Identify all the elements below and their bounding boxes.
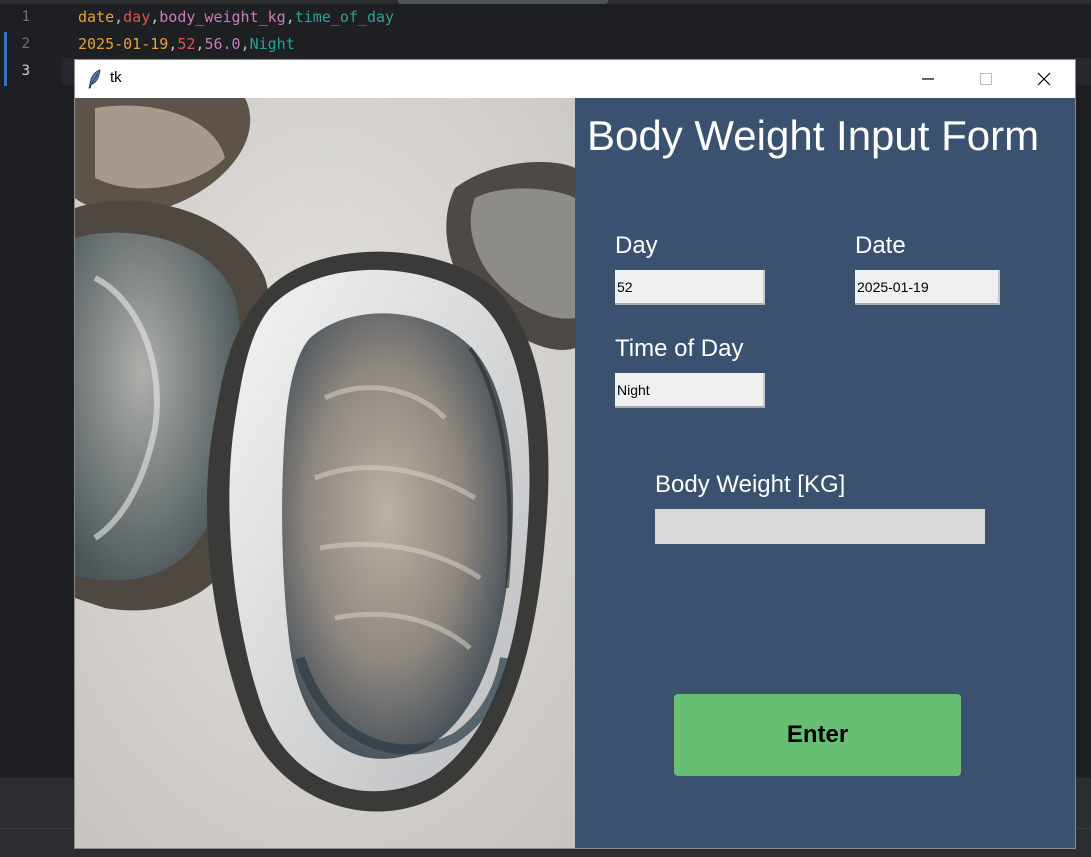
line-number: 2 bbox=[21, 36, 30, 52]
day-input[interactable] bbox=[615, 270, 765, 305]
csv-column-time: time_of_day bbox=[294, 8, 395, 26]
oyster-photo bbox=[75, 98, 575, 848]
day-label: Day bbox=[615, 232, 658, 259]
window-titlebar[interactable]: tk bbox=[75, 60, 1075, 98]
csv-separator: , bbox=[285, 8, 295, 26]
oyster-image bbox=[75, 98, 575, 848]
csv-value-date: 2025-01-19 bbox=[78, 35, 169, 53]
csv-column-date: date bbox=[78, 8, 115, 26]
maximize-icon bbox=[980, 73, 992, 85]
body-weight-input[interactable] bbox=[655, 509, 985, 544]
enter-button[interactable]: Enter bbox=[674, 694, 961, 776]
csv-column-day: day bbox=[123, 8, 151, 26]
minimize-icon bbox=[922, 78, 934, 80]
line-gutter: 1 2 3 bbox=[0, 4, 62, 784]
tk-window: tk Body Weight Input Form Day 52 Date 20… bbox=[75, 60, 1075, 848]
date-label: Date bbox=[855, 232, 906, 259]
maximize-button[interactable] bbox=[957, 60, 1015, 98]
csv-value-weight: 56.0 bbox=[204, 35, 241, 53]
csv-value-time: Night bbox=[249, 35, 295, 53]
csv-value-day: 52 bbox=[177, 35, 196, 53]
csv-separator: , bbox=[114, 8, 124, 26]
date-input[interactable] bbox=[855, 270, 1000, 305]
minimize-button[interactable] bbox=[899, 60, 957, 98]
csv-separator: , bbox=[168, 35, 178, 53]
close-icon bbox=[1037, 72, 1051, 86]
line-number: 3 bbox=[21, 63, 30, 79]
csv-separator: , bbox=[150, 8, 160, 26]
tk-feather-icon bbox=[88, 69, 101, 89]
horizontal-scroll-thumb[interactable] bbox=[398, 0, 608, 4]
close-button[interactable] bbox=[1015, 60, 1073, 98]
csv-separator: , bbox=[240, 35, 250, 53]
body-weight-form: Body Weight Input Form Day Date Time of … bbox=[575, 98, 1075, 848]
window-content: Body Weight Input Form Day Date Time of … bbox=[75, 98, 1075, 848]
time-of-day-label: Time of Day bbox=[615, 335, 744, 362]
code-line-header[interactable]: date,day,body_weight_kg,time_of_day bbox=[78, 4, 394, 31]
code-line-row[interactable]: 2025-01-19,52,56.0,Night bbox=[78, 31, 295, 58]
form-title: Body Weight Input Form bbox=[587, 112, 1040, 159]
time-of-day-input[interactable] bbox=[615, 373, 765, 408]
window-title: tk bbox=[110, 69, 122, 86]
body-weight-label: Body Weight [KG] bbox=[655, 471, 846, 498]
csv-column-weight: body_weight_kg bbox=[159, 8, 286, 26]
line-number: 1 bbox=[21, 9, 30, 25]
